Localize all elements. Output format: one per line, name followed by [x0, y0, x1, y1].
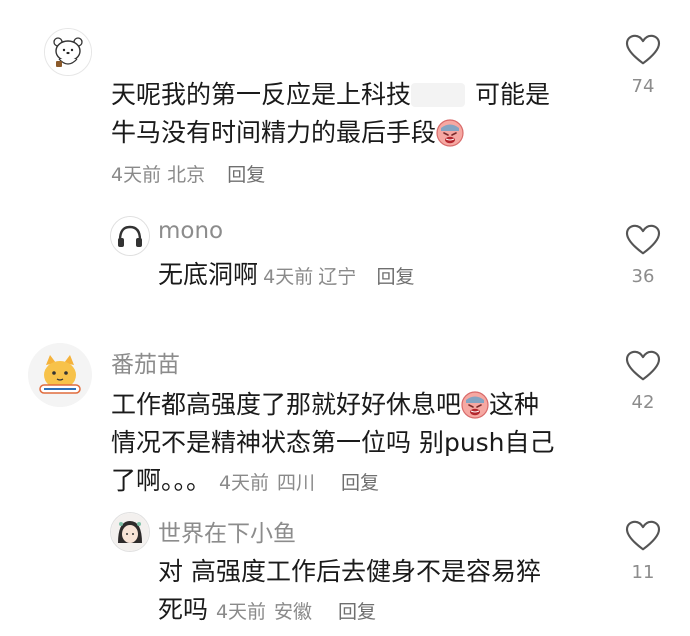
- comment-text: 天呢我的第一反应是上科技 可能是 牛马没有时间精力的最后手段: [111, 76, 591, 152]
- reply-button[interactable]: 回复: [341, 472, 379, 494]
- heart-icon: [625, 34, 661, 66]
- comment-time: 4天前: [218, 472, 270, 494]
- comment-time: 4天前: [111, 164, 162, 186]
- reply-text-part: 对 高强度工作后去健身不是容易猝: [158, 557, 541, 586]
- masked-text: [411, 83, 466, 107]
- comment-text-part: 可能是: [475, 80, 551, 109]
- reply-text-part: 死吗: [158, 595, 209, 624]
- avatar[interactable]: [110, 216, 150, 256]
- avatar[interactable]: [44, 28, 92, 76]
- comment-text-part: 牛马没有时间精力的最后手段: [111, 118, 437, 147]
- reply-text: 对 高强度工作后去健身不是容易猝 死吗 4天前 安徽 回复: [158, 553, 608, 631]
- like-count: 42: [631, 392, 655, 413]
- reply-location: 安徽: [274, 601, 313, 623]
- reply-text: 无底洞啊: [158, 260, 259, 289]
- comment-text-part: 工作都高强度了那就好好休息吧: [111, 390, 462, 419]
- like-count: 74: [631, 76, 655, 97]
- avatar[interactable]: [28, 343, 92, 407]
- reply-time: 4天前: [215, 601, 267, 623]
- girl-avatar-icon: [111, 513, 149, 551]
- heart-icon: [625, 224, 661, 256]
- comment-text-part: 这种: [489, 390, 540, 419]
- comment-location: 北京: [167, 164, 206, 186]
- reply-location: 辽宁: [318, 266, 357, 288]
- comment-text-part: 天呢我的第一反应是上科技: [111, 80, 412, 109]
- like-button[interactable]: 11: [618, 520, 668, 583]
- like-button[interactable]: 36: [618, 224, 668, 287]
- like-button[interactable]: 74: [618, 34, 668, 97]
- heart-icon: [625, 520, 661, 552]
- comment-text-part: 了啊。。。: [111, 466, 212, 495]
- username[interactable]: 世界在下小鱼: [158, 514, 296, 548]
- comment-text-part: 情况不是精神状态第一位吗 别push自己: [111, 428, 555, 457]
- avatar[interactable]: [110, 512, 150, 552]
- reply-button[interactable]: 回复: [227, 164, 265, 186]
- crying-face-emoji: [461, 391, 489, 419]
- like-count: 36: [631, 266, 655, 287]
- username[interactable]: 番茄苗: [111, 345, 180, 379]
- comment-text: 工作都高强度了那就好好休息吧 这种 情况不是精神状态第一位吗 别push自己 了啊…: [111, 386, 601, 502]
- reply-text-line: 无底洞啊 4天前 辽宁 回复: [158, 256, 415, 297]
- cat-avatar-icon: [28, 343, 92, 407]
- bear-avatar-icon: [45, 29, 91, 75]
- headphones-avatar-icon: [111, 217, 149, 255]
- reply-time: 4天前: [263, 266, 314, 288]
- like-count: 11: [631, 562, 655, 583]
- reply-button[interactable]: 回复: [377, 266, 415, 288]
- crying-face-emoji: [436, 119, 464, 147]
- reply-button[interactable]: 回复: [338, 601, 376, 623]
- comment-meta: 4天前 北京 回复: [111, 160, 265, 187]
- username[interactable]: mono: [158, 218, 223, 244]
- heart-icon: [625, 350, 661, 382]
- like-button[interactable]: 42: [618, 350, 668, 413]
- comment-location: 四川: [277, 472, 316, 494]
